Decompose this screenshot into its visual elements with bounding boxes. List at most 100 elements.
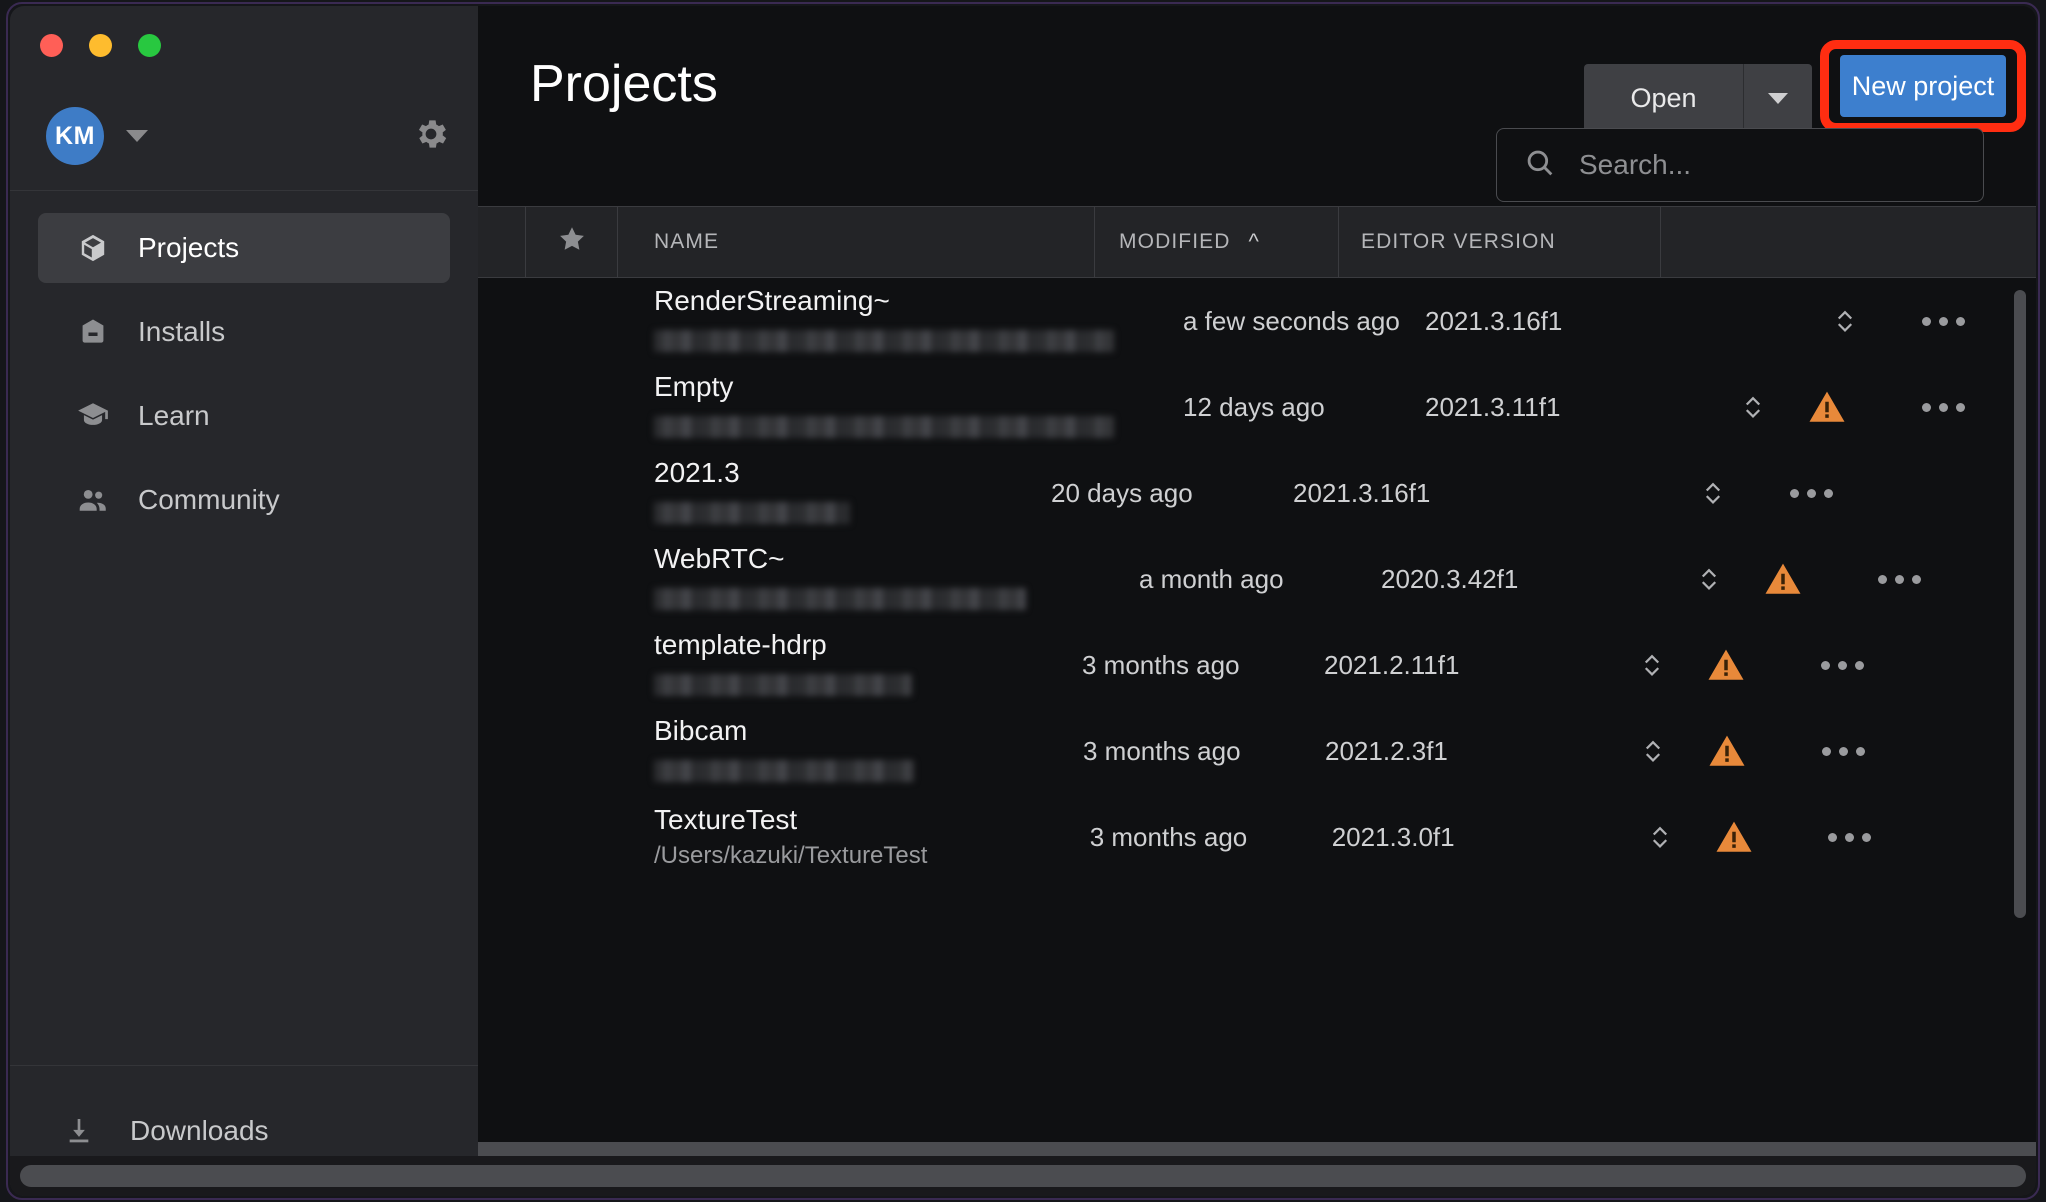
project-modified: 3 months ago (1083, 735, 1241, 766)
project-name: WebRTC~ (654, 543, 785, 575)
ellipsis-icon[interactable] (1763, 488, 1859, 498)
project-modified: 20 days ago (1051, 477, 1193, 508)
project-name-cell[interactable]: template-hdrp (618, 629, 1058, 700)
close-window-button[interactable] (40, 34, 63, 57)
chevron-down-icon[interactable] (126, 130, 148, 142)
page-title: Projects (530, 55, 718, 113)
horizontal-scrollbar-thumb[interactable] (20, 1165, 2026, 1187)
ellipsis-icon[interactable] (1895, 402, 1991, 412)
search-icon (1523, 146, 1557, 185)
account-row[interactable]: KM (10, 82, 478, 190)
ellipsis-icon[interactable] (1802, 832, 1898, 842)
project-name-cell[interactable]: Empty (618, 371, 1159, 442)
warning-triangle-icon[interactable] (1688, 816, 1780, 858)
project-path: /Users/kazuki/TextureTest (654, 842, 928, 870)
project-name-cell[interactable]: Bibcam (618, 715, 1059, 786)
project-list: RenderStreaming~ a few seconds ago 2021.3.… (478, 278, 2036, 1196)
ellipsis-icon[interactable] (1895, 316, 1991, 326)
project-path-redacted (654, 415, 1114, 438)
ellipsis-icon[interactable] (1851, 574, 1947, 584)
column-header-actions (1661, 207, 2036, 277)
project-path-redacted (654, 587, 1026, 610)
main-header: Projects Open New project Search... (478, 6, 2036, 206)
zoom-window-button[interactable] (138, 34, 161, 57)
minimize-window-button[interactable] (89, 34, 112, 57)
sidebar-item-projects[interactable]: Projects (38, 213, 450, 283)
sort-handle-icon[interactable] (1624, 648, 1680, 682)
project-editor-version: 2020.3.42f1 (1381, 563, 1519, 594)
sort-handle-icon[interactable] (1817, 304, 1873, 338)
table-row[interactable]: Empty 12 days ago 2021.3.11f1 (478, 364, 2036, 450)
project-modified: a month ago (1139, 563, 1284, 594)
table-row[interactable]: WebRTC~ a month ago 2020.3.42f1 (478, 536, 2036, 622)
project-path-redacted (654, 759, 914, 782)
project-modified: 3 months ago (1082, 649, 1240, 680)
vertical-scrollbar[interactable] (2014, 290, 2026, 918)
sort-handle-icon[interactable] (1725, 390, 1781, 424)
open-button[interactable]: Open (1584, 64, 1744, 132)
chevron-down-icon (1768, 92, 1788, 104)
column-header-name[interactable]: NAME (618, 207, 1096, 277)
new-project-button[interactable]: New project (1840, 55, 2006, 117)
search-input[interactable]: Search... (1496, 128, 1984, 202)
table-header-row: NAME MODIFIED ^ EDITOR VERSION (478, 206, 2036, 278)
table-header-spacer (478, 207, 526, 277)
sidebar-item-installs[interactable]: Installs (38, 297, 450, 367)
star-icon (557, 224, 587, 260)
sort-handle-icon[interactable] (1681, 562, 1737, 596)
project-editor-version: 2021.3.0f1 (1331, 821, 1455, 852)
project-name-cell[interactable]: TextureTest/Users/kazuki/TextureTest (618, 804, 1066, 870)
sidebar-item-community[interactable]: Community (38, 465, 450, 535)
gear-icon[interactable] (412, 115, 450, 158)
sidebar-item-learn[interactable]: Learn (38, 381, 450, 451)
table-row[interactable]: template-hdrp 3 months ago 2021.2.11f1 (478, 622, 2036, 708)
new-project-highlight-annotation: New project (1820, 40, 2026, 132)
sort-handle-icon[interactable] (1685, 476, 1741, 510)
warning-triangle-icon[interactable] (1781, 386, 1873, 428)
archive-icon (76, 315, 110, 349)
caret-up-icon: ^ (1248, 229, 1260, 254)
project-modified: 12 days ago (1183, 391, 1325, 422)
cube-icon (76, 231, 110, 265)
sidebar-item-label: Projects (138, 232, 240, 263)
row-actions (1725, 304, 2036, 338)
bottom-strip (478, 1142, 2036, 1156)
project-name: RenderStreaming~ (654, 285, 890, 317)
table-row[interactable]: TextureTest/Users/kazuki/TextureTest 3 mo… (478, 794, 2036, 880)
table-row[interactable]: Bibcam 3 months ago 2021.2.3f1 (478, 708, 2036, 794)
project-name-cell[interactable]: RenderStreaming~ (618, 285, 1159, 356)
project-path-redacted (654, 329, 1114, 352)
horizontal-scrollbar[interactable] (10, 1156, 2036, 1196)
row-actions (1625, 730, 2036, 772)
main-panel: Projects Open New project Search... NAME… (478, 6, 2036, 1196)
ellipsis-icon[interactable] (1795, 746, 1891, 756)
download-icon (62, 1114, 96, 1148)
project-modified: a few seconds ago (1183, 305, 1400, 336)
sidebar-item-label: Community (138, 484, 280, 515)
sidebar-item-label: Learn (138, 400, 210, 431)
column-header-label: NAME (654, 230, 720, 253)
sort-handle-icon[interactable] (1625, 734, 1681, 768)
graduation-cap-icon (76, 399, 110, 433)
warning-triangle-icon[interactable] (1681, 730, 1773, 772)
open-button-group: Open (1584, 64, 1812, 132)
column-header-label: EDITOR VERSION (1361, 230, 1556, 253)
open-dropdown-button[interactable] (1744, 64, 1812, 132)
warning-triangle-icon[interactable] (1680, 644, 1772, 686)
column-header-favorite[interactable] (526, 207, 618, 277)
people-icon (76, 483, 110, 517)
project-path-redacted (654, 501, 850, 524)
app-window: KM Projects Installs Learn Community Dow… (10, 6, 2036, 1196)
column-header-modified[interactable]: MODIFIED ^ (1095, 207, 1340, 277)
search-placeholder: Search... (1579, 149, 1692, 180)
project-name-cell[interactable]: WebRTC~ (618, 543, 1115, 614)
avatar[interactable]: KM (46, 107, 104, 165)
project-name-cell[interactable]: 2021.3 (618, 457, 1027, 528)
column-header-editor-version[interactable]: EDITOR VERSION (1339, 207, 1662, 277)
sort-handle-icon[interactable] (1632, 820, 1688, 854)
table-row[interactable]: 2021.3 20 days ago 2021.3.16f1 (478, 450, 2036, 536)
table-row[interactable]: RenderStreaming~ a few seconds ago 2021.3.… (478, 278, 2036, 364)
sidebar-item-label: Downloads (130, 1115, 269, 1146)
warning-triangle-icon[interactable] (1737, 558, 1829, 600)
ellipsis-icon[interactable] (1794, 660, 1890, 670)
